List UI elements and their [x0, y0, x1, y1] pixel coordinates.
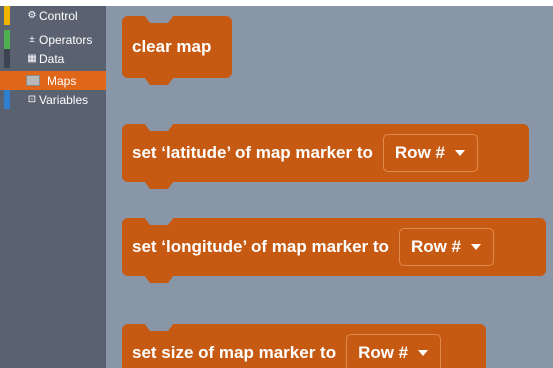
category-maps[interactable]: Maps — [0, 71, 106, 90]
block-notch-top — [144, 217, 174, 225]
map-icon — [26, 75, 40, 86]
category-label: Maps — [47, 73, 77, 88]
dropdown-arrow-icon — [418, 350, 429, 356]
clear-map-block[interactable]: clear map — [122, 15, 232, 85]
set-size-block[interactable]: set size of map marker to Row # — [122, 323, 486, 368]
category-data[interactable]: ▦ Data — [0, 49, 106, 68]
category-color-stripe — [4, 6, 10, 25]
block-label: set ‘latitude’ of map marker to — [132, 143, 373, 162]
category-variables[interactable]: ⊡ Variables — [0, 90, 106, 109]
category-control[interactable]: ⚙ Control — [0, 6, 106, 25]
dropdown-value: Row # — [394, 143, 445, 162]
category-color-stripe — [4, 30, 10, 49]
category-color-stripe — [4, 49, 10, 68]
plus-minus-icon: ± — [29, 33, 35, 45]
row-number-dropdown[interactable]: Row # — [346, 334, 442, 368]
block-notch-top — [144, 123, 174, 131]
block-label: set size of map marker to — [132, 343, 337, 362]
category-label: Operators — [39, 32, 93, 47]
set-latitude-block[interactable]: set ‘latitude’ of map marker to Row # — [122, 123, 529, 189]
dropdown-arrow-icon — [454, 150, 465, 156]
category-label: Variables — [39, 92, 89, 107]
row-number-dropdown[interactable]: Row # — [398, 228, 494, 266]
block-notch-bottom — [144, 77, 174, 85]
dropdown-arrow-icon — [471, 244, 481, 250]
dropdown-value: Row # — [358, 343, 409, 362]
block-label: set ‘longitude’ of map marker to — [132, 237, 389, 256]
block-notch-top — [144, 323, 174, 331]
category-color-stripe — [4, 90, 10, 109]
block-workspace[interactable]: clear map set ‘latitude’ of map marker t… — [106, 6, 553, 368]
variable-box-icon: ⊡ — [27, 93, 37, 105]
category-sidebar: ⚙ Control ± Operators ▦ Data Maps ⊡ Vari… — [0, 6, 106, 368]
block-label: clear map — [132, 37, 212, 56]
block-notch-top — [144, 15, 174, 23]
block-notch-bottom — [144, 181, 174, 189]
gear-icon: ⚙ — [27, 9, 37, 21]
block-notch-bottom — [144, 275, 174, 283]
app-frame: ⚙ Control ± Operators ▦ Data Maps ⊡ Vari… — [0, 0, 553, 368]
dropdown-value: Row # — [410, 237, 461, 256]
table-icon: ▦ — [27, 52, 37, 64]
category-color-stripe — [4, 71, 10, 90]
category-operators[interactable]: ± Operators — [0, 30, 106, 49]
category-label: Data — [39, 51, 65, 66]
category-label: Control — [39, 8, 78, 23]
row-number-dropdown[interactable]: Row # — [382, 134, 478, 172]
set-longitude-block[interactable]: set ‘longitude’ of map marker to Row # — [122, 217, 546, 283]
